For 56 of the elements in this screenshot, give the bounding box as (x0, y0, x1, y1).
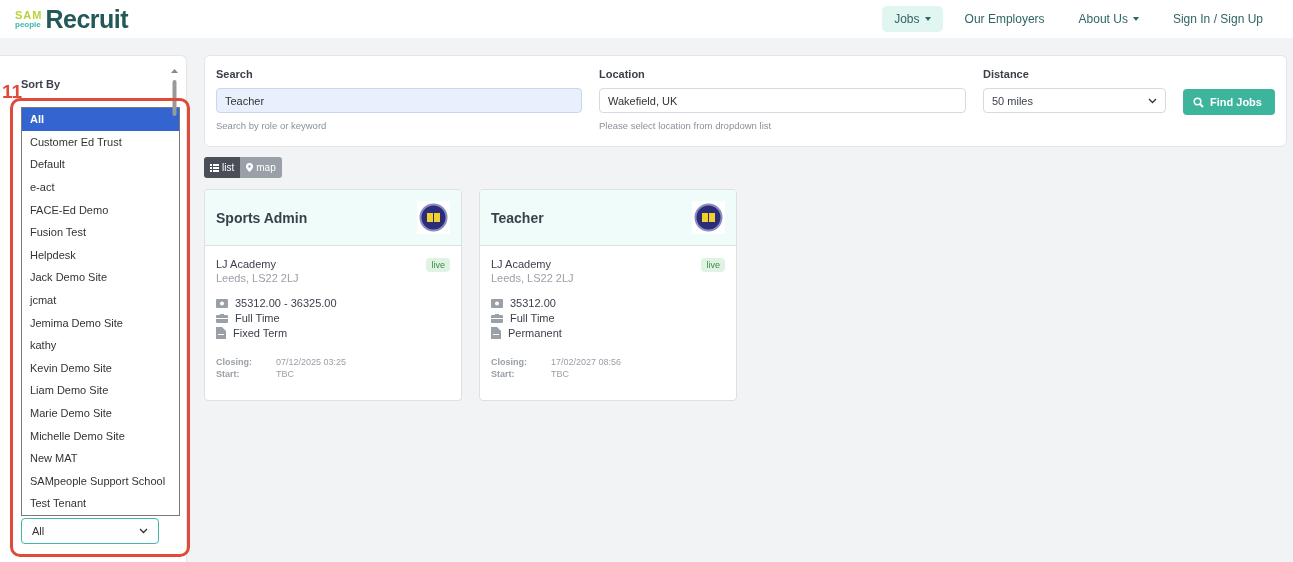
distance-select[interactable]: 50 miles (983, 88, 1166, 113)
document-icon (216, 327, 226, 339)
contract-text: Fixed Term (233, 327, 288, 339)
search-icon (1193, 96, 1204, 108)
status-tag: live (701, 258, 725, 272)
input-field[interactable]: Wakefield, UK (599, 88, 966, 113)
input-field[interactable]: Teacher (216, 88, 582, 113)
start-label: Start: (491, 369, 516, 379)
closing-date: 07/12/2025 03:25 (276, 357, 348, 367)
nav-dropdown[interactable]: Jobs (882, 6, 943, 32)
banknote-icon (216, 298, 228, 308)
start-date: TBC (551, 369, 570, 379)
closing-label: Closing: (216, 357, 253, 367)
briefcase-icon (491, 313, 503, 323)
contract-text: Permanent (508, 327, 562, 339)
salary-text: 35312.00 - 36325.00 (235, 297, 337, 309)
field-label: Distance (983, 68, 1030, 82)
caret-icon (1132, 17, 1139, 21)
job-location: Leeds, LS22 2LJ (216, 272, 299, 284)
field-hint: Please select location from dropdown list (599, 120, 773, 131)
view-toggle[interactable]: list (204, 157, 241, 178)
job-card[interactable]: Teacher LJ Academy Leeds, LS22 2LJ live 35312.00 Full Time Permanent Closing: 17/02/2027 08:56 Start: TBC (479, 189, 737, 401)
briefcase-icon (216, 313, 228, 323)
document-icon (491, 327, 501, 339)
employer-name: LJ Academy (216, 258, 277, 270)
crest-icon (692, 201, 725, 234)
start-label: Start: (216, 369, 241, 379)
chevron-icon (1148, 97, 1157, 104)
hours-text: Full Time (235, 312, 280, 324)
sort-label: Sort By (21, 78, 61, 90)
job-location: Leeds, LS22 2LJ (491, 272, 574, 284)
scrollbar-icon[interactable] (170, 68, 179, 118)
field-hint: Search by role or keyword (216, 120, 328, 131)
nav-link[interactable]: Sign In / Sign Up (1160, 6, 1275, 32)
hours-text: Full Time (510, 312, 555, 324)
chevron-icon (139, 527, 148, 534)
field-label: Search (216, 68, 254, 82)
banknote-icon (491, 298, 503, 308)
nav-link[interactable]: Our Employers (952, 6, 1057, 32)
field-label: Location (599, 68, 646, 82)
job-title: Sports Admin (216, 209, 308, 226)
dropdown-option[interactable]: All (22, 108, 179, 131)
caret-icon (924, 17, 931, 21)
job-title: Teacher (491, 209, 544, 226)
closing-date: 17/02/2027 08:56 (551, 357, 623, 367)
salary-text: 35312.00 (510, 297, 556, 309)
closing-label: Closing: (491, 357, 528, 367)
crest-icon (417, 201, 450, 234)
list-icon (210, 163, 219, 172)
job-card[interactable]: Sports Admin LJ Academy Leeds, LS22 2LJ live 35312.00 - 36325.00 Full Time Fixed Term Closing: 07/12/2025 03:25 Start: TBC (204, 189, 462, 401)
tenant-select[interactable]: All (21, 517, 159, 544)
nav-dropdown[interactable]: About Us (1066, 6, 1151, 32)
map-pin-icon (246, 163, 254, 172)
status-tag: live (426, 258, 450, 272)
employer-name: LJ Academy (491, 258, 552, 270)
start-date: TBC (276, 369, 295, 379)
